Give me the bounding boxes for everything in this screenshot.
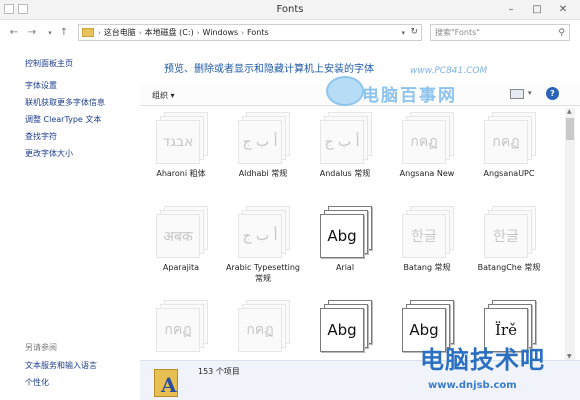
personalization-link[interactable]: 个性化 <box>25 377 49 388</box>
font-preview-icon: Abg <box>320 206 372 258</box>
change-font-size-link[interactable]: 更改字体大小 <box>25 148 73 159</box>
font-preview-icon: กคฏ <box>402 112 454 164</box>
watermark-bottom: 电脑技术吧 www.dnjsb.com <box>420 340 580 400</box>
help-button[interactable]: ? <box>546 87 559 100</box>
font-name-label: Batang 常规 <box>403 263 451 272</box>
font-preview-glyphs: अबक <box>156 214 200 258</box>
font-name-label: AngsanaUPC <box>483 169 535 178</box>
find-character-link[interactable]: 查找字符 <box>25 131 57 142</box>
refresh-icon[interactable]: ↻ <box>410 27 418 37</box>
change-view-icon[interactable] <box>510 89 524 99</box>
recent-dropdown-icon[interactable]: ▾ <box>44 27 56 39</box>
title-bar: Fonts – □ ✕ <box>0 0 580 20</box>
scrollbar-thumb[interactable] <box>566 118 574 140</box>
maximize-button[interactable]: □ <box>524 2 550 17</box>
font-preview-icon: กคฏ <box>238 300 290 352</box>
font-preview-glyphs: אבגד <box>156 120 200 164</box>
font-preview-glyphs: 한글 <box>484 214 528 258</box>
font-item[interactable]: अबक Aparajita <box>140 202 222 292</box>
fonts-folder-icon: A <box>154 365 180 397</box>
font-item[interactable]: 한글 Batang 常规 <box>386 202 468 292</box>
font-preview-icon: אבגד <box>156 112 208 164</box>
watermark-top-text: 电脑百事网 <box>362 86 457 106</box>
view-dropdown-icon[interactable]: ▾ <box>528 89 532 97</box>
font-item[interactable]: أ ب ج Arabic Typesetting 常规 <box>222 202 304 292</box>
folder-icon <box>82 28 94 37</box>
window-controls: – □ ✕ <box>498 2 576 17</box>
window-title: Fonts <box>276 4 304 15</box>
font-name-label: Aparajita <box>162 263 200 272</box>
font-preview-icon: 한글 <box>402 206 454 258</box>
font-preview-icon: Abg <box>320 300 372 352</box>
watermark-bottom-url: www.dnjsb.com <box>428 380 517 391</box>
font-name-label: BatangChe 常规 <box>477 263 541 272</box>
back-icon[interactable]: ← <box>8 27 20 39</box>
font-grid: אבגד Aharoni 粗体 أ ب ج Aldhabi 常规 أ ب ج Andalu… <box>140 108 564 360</box>
cleartype-link[interactable]: 调整 ClearType 文本 <box>25 114 101 125</box>
font-name-label: Aldhabi 常规 <box>238 169 288 178</box>
item-count: 153 个项目 <box>198 367 240 376</box>
see-also-heading: 另请参阅 <box>25 343 57 352</box>
address-dropdown-icon[interactable]: ▾ <box>401 29 405 37</box>
font-preview-glyphs: Abg <box>320 308 364 352</box>
breadcrumb-windows[interactable]: Windows <box>203 28 239 37</box>
font-name-label: Aharoni 粗体 <box>156 169 206 178</box>
font-item[interactable]: אבגד Aharoni 粗体 <box>140 108 222 198</box>
watermark-top-url: www.PC841.COM <box>410 66 488 76</box>
font-preview-icon: 한글 <box>484 206 536 258</box>
font-preview-icon: अबक <box>156 206 208 258</box>
font-preview-icon: أ ب ج <box>320 112 372 164</box>
font-preview-icon: أ ب ج <box>238 206 290 258</box>
navigation-bar: ← → ▾ ↑ › 这台电脑 › 本地磁盘 (C:) › Windows › F… <box>0 20 580 46</box>
minimize-button[interactable]: – <box>498 2 524 17</box>
get-more-fonts-link[interactable]: 联机获取更多字体信息 <box>25 97 105 108</box>
left-pane: 控制面板主页 字体设置 联机获取更多字体信息 调整 ClearType 文本 查… <box>0 46 140 400</box>
font-name-label: Arial <box>335 263 355 272</box>
font-name-label: Arabic Typesetting 常规 <box>225 263 300 283</box>
font-preview-glyphs: أ ب ج <box>238 214 282 258</box>
font-preview-glyphs: กคฏ <box>156 308 200 352</box>
font-preview-glyphs: กคฏ <box>484 120 528 164</box>
font-preview-glyphs: أ ب ج <box>320 120 364 164</box>
font-preview-glyphs: กคฏ <box>238 308 282 352</box>
font-item[interactable]: Abg Arial <box>304 202 386 292</box>
font-item[interactable]: กคฏ Angsana New <box>386 108 468 198</box>
font-item[interactable]: أ ب ج Aldhabi 常规 <box>222 108 304 198</box>
forward-icon[interactable]: → <box>26 27 38 39</box>
control-panel-home-link[interactable]: 控制面板主页 <box>25 58 73 69</box>
font-name-label: Angsana New <box>399 169 455 178</box>
font-item[interactable]: กคฏ AngsanaUPC <box>468 108 550 198</box>
close-button[interactable]: ✕ <box>550 2 576 17</box>
organize-button[interactable]: 组织 ▾ <box>152 90 175 101</box>
watermark-logo <box>326 76 364 106</box>
watermark-bottom-text: 电脑技术吧 <box>420 346 545 374</box>
search-icon[interactable]: ⚲ <box>558 26 565 41</box>
font-item[interactable]: أ ب ج Andalus 常规 <box>304 108 386 198</box>
font-preview-glyphs: กคฏ <box>402 120 446 164</box>
breadcrumb-fonts[interactable]: Fonts <box>247 28 269 37</box>
vertical-scrollbar[interactable]: ▲ ▼ <box>565 108 575 360</box>
search-input[interactable]: 搜索"Fonts" ⚲ <box>430 24 570 41</box>
breadcrumb-this-pc[interactable]: 这台电脑 <box>104 27 136 38</box>
up-icon[interactable]: ↑ <box>58 27 70 39</box>
font-preview-icon: กคฏ <box>156 300 208 352</box>
text-services-link[interactable]: 文本服务和输入语言 <box>25 360 97 371</box>
font-preview-glyphs: 한글 <box>402 214 446 258</box>
font-settings-link[interactable]: 字体设置 <box>25 80 57 91</box>
breadcrumb-local-disk[interactable]: 本地磁盘 (C:) <box>145 27 194 38</box>
font-preview-glyphs: أ ب ج <box>238 120 282 164</box>
font-preview-glyphs: Abg <box>320 214 364 258</box>
scroll-up-icon[interactable]: ▲ <box>567 108 572 115</box>
address-bar[interactable]: › 这台电脑 › 本地磁盘 (C:) › Windows › Fonts ▾ ↻ <box>78 24 422 41</box>
font-preview-icon: أ ب ج <box>238 112 290 164</box>
font-name-label: Andalus 常规 <box>319 169 371 178</box>
font-item[interactable]: 한글 BatangChe 常规 <box>468 202 550 292</box>
font-preview-icon: กคฏ <box>484 112 536 164</box>
watermark-top: www.PC841.COM 电脑百事网 <box>298 64 498 110</box>
